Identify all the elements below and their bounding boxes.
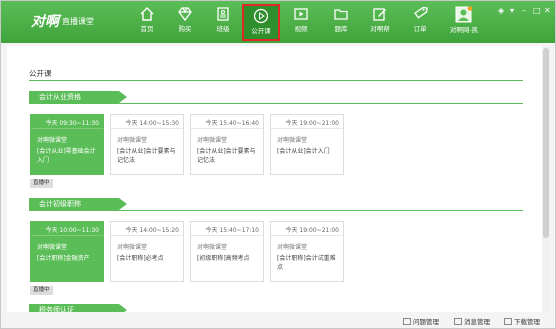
nav-orders[interactable]: 订单 [401,1,439,43]
vertical-scrollbar[interactable] [542,46,550,312]
card-divider [31,235,103,236]
card-divider [31,128,103,129]
course-time: 今天 19:00~21:00 [285,227,339,234]
course-title: [会计从业]会计要素与记忆法 [117,148,176,164]
folder-icon [334,9,348,20]
course-source: 对啊微课堂 [37,244,68,251]
course-time: 今天 14:00~15:20 [125,227,179,234]
course-time: 今天 10:00~11:30 [45,227,99,234]
course-time: 今天 19:00~21:00 [285,120,339,127]
course-card[interactable]: 今天 19:00~21:00 对啊微课堂 [会计从业]会计入门 [270,114,344,175]
course-time: 今天 09:30~11:30 [45,120,99,127]
nav-label: 班级 [216,25,230,33]
minimize-button[interactable]: – [522,6,526,15]
nav-label: 对啊帮 [370,25,390,33]
nav-label: 题库 [334,25,348,33]
video-icon [294,8,308,20]
course-title: [初级职称]高频考点 [197,255,250,262]
card-divider [191,128,263,129]
resource-manage-label: 问题管理 [413,318,439,326]
section-divider [29,210,523,211]
section-tab: 税务师认证 [29,304,127,312]
card-divider [271,235,343,236]
nav-class[interactable]: 班级 [204,1,242,43]
card-divider [111,128,183,129]
course-card[interactable]: 今天 14:00~15:20 对啊微课堂 [会计职称]必考点 [110,221,184,282]
live-badge: 直播中 [30,179,53,188]
course-title: [会计职称]金融资产 [37,255,90,262]
download-manage-label: 下载管理 [514,318,540,326]
speaker-icon [454,318,462,325]
scrollbar-thumb[interactable] [543,48,549,238]
avatar-icon [455,6,473,23]
card-divider [111,235,183,236]
course-card[interactable]: 今天 09:30~11:30 对啊微课堂 [会计从业]零基础会计入门 [30,114,104,175]
course-title: [会计职称]会计试重难点 [277,255,336,271]
course-time: 今天 14:00~15:30 [125,120,179,127]
course-source: 对啊微课堂 [37,137,68,144]
nav-question-bank[interactable]: 题库 [322,1,360,43]
course-source: 对啊微课堂 [117,137,148,144]
course-title: [会计从业]会计入门 [277,148,330,155]
page-title: 公开课 [29,69,52,78]
section-divider [29,103,523,104]
nav-home[interactable]: 首页 [128,1,166,43]
message-manage-label: 消息管理 [464,318,490,326]
app-window: 对啊 直播课堂 首页 购买 班级 公开课 视频 题库 对啊帮 订单 对啊网-凯 … [0,0,556,329]
title-divider [29,80,523,81]
nav-label: 订单 [413,25,427,33]
course-card[interactable]: 今天 10:00~11:30 对啊微课堂 [会计职称]金融资产 [30,221,104,282]
edit-icon [373,8,386,21]
message-manage-button[interactable]: 消息管理 [454,316,490,326]
wifi-icon[interactable]: ◈ [498,6,504,15]
folder-icon [403,318,411,325]
course-time: 今天 15:40~16:40 [205,120,259,127]
course-card[interactable]: 今天 15:40~17:10 对啊微课堂 [初级职称]高频考点 [190,221,264,282]
bottom-status-bar: 问题管理 消息管理 下载管理 [1,312,555,328]
app-logo: 对啊 [31,14,59,30]
nav-duia-help[interactable]: 对啊帮 [361,1,399,43]
nav-label: 首页 [140,25,154,33]
download-manage-button[interactable]: 下载管理 [504,316,540,326]
app-logo-subtitle: 直播课堂 [62,17,94,26]
course-source: 对啊微课堂 [277,137,308,144]
nav-label: 对啊网-凯 [449,26,479,34]
course-source: 对啊微课堂 [277,244,308,251]
course-title: [会计从业]零基础会计入门 [37,148,96,164]
play-icon [253,8,269,24]
home-icon [140,7,154,21]
course-card[interactable]: 今天 19:00~21:00 对啊微课堂 [会计职称]会计试重难点 [270,221,344,282]
card-divider [271,128,343,129]
maximize-button[interactable]: □ [533,6,541,15]
class-icon [217,7,229,21]
course-title: [会计职称]必考点 [117,255,164,262]
tag-icon [414,6,428,19]
nav-purchase[interactable]: 购买 [166,1,204,43]
course-title: [会计从业]会计要素与记忆法 [197,148,256,164]
course-time: 今天 15:40~17:10 [205,227,259,234]
diamond-icon [178,7,192,22]
close-button[interactable]: ✕ [544,6,551,15]
course-source: 对啊微课堂 [117,244,148,251]
menu-dropdown-icon[interactable]: ▾ [510,6,514,15]
nav-label: 视频 [294,25,308,33]
resource-manage-button[interactable]: 问题管理 [403,316,439,326]
download-icon [504,318,512,325]
course-source: 对啊微课堂 [197,244,228,251]
nav-label: 公开课 [251,27,271,35]
course-card[interactable]: 今天 15:40~16:40 对啊微课堂 [会计从业]会计要素与记忆法 [190,114,264,175]
nav-user-profile[interactable]: 对啊网-凯 [441,1,487,43]
live-badge: 直播中 [30,286,53,295]
nav-public-class[interactable]: 公开课 [242,4,280,41]
main-content: 公开课 会计从业资格 今天 09:30~11:30 对啊微课堂 [会计从业]零基… [7,46,550,312]
top-navigation-bar: 对啊 直播课堂 首页 购买 班级 公开课 视频 题库 对啊帮 订单 对啊网-凯 … [1,1,555,43]
course-source: 对啊微课堂 [197,137,228,144]
nav-video[interactable]: 视频 [282,1,320,43]
nav-label: 购买 [178,25,192,33]
card-divider [191,235,263,236]
course-card[interactable]: 今天 14:00~15:30 对啊微课堂 [会计从业]会计要素与记忆法 [110,114,184,175]
